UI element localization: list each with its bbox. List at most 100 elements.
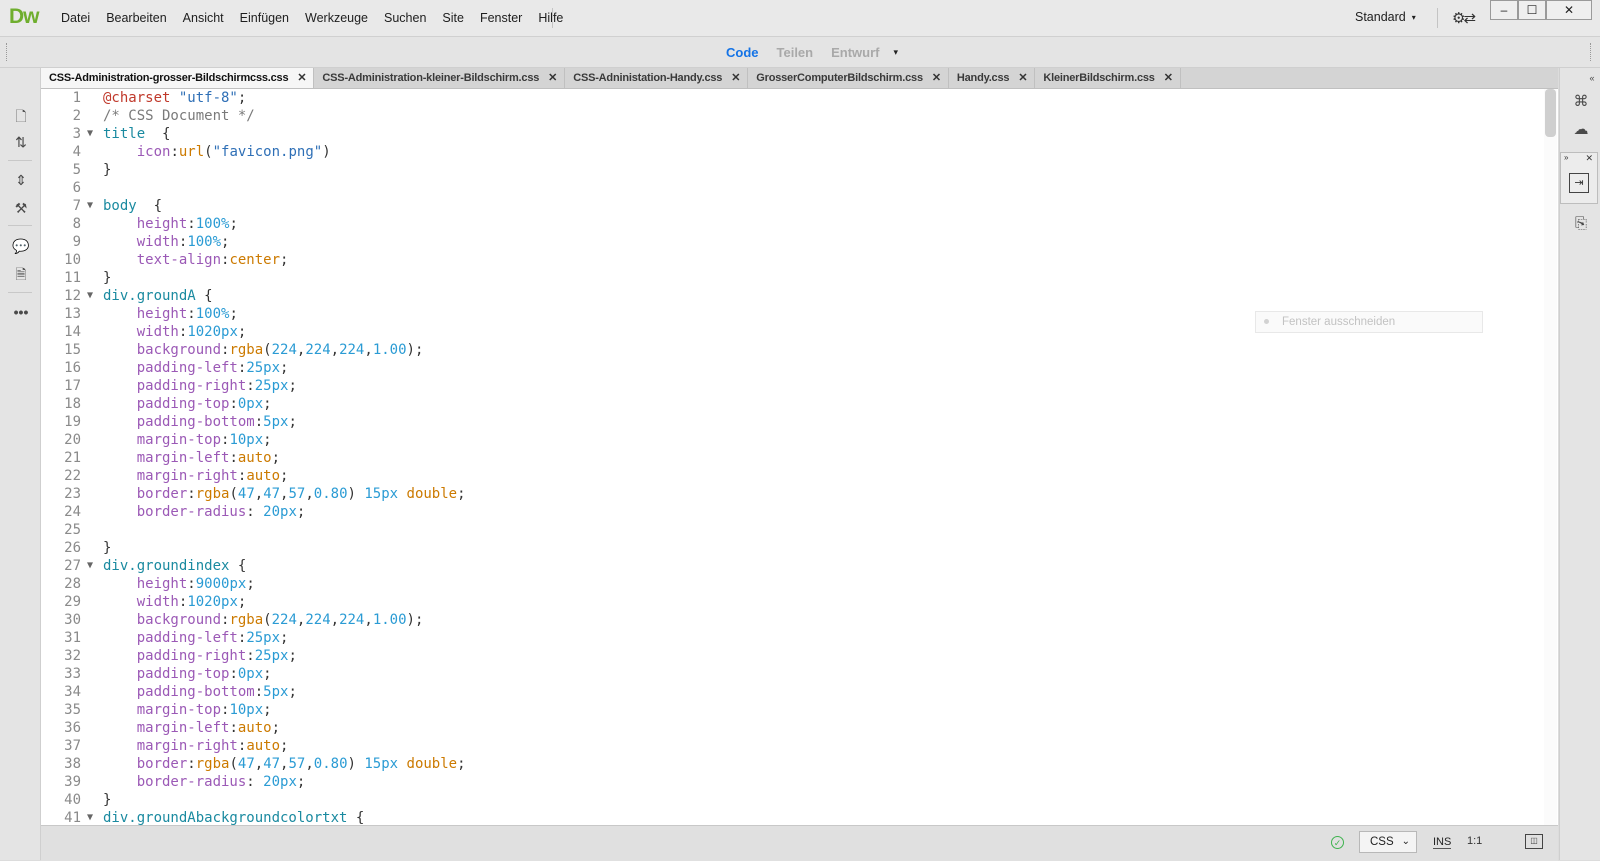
code-line[interactable]: 9 width:100%; bbox=[41, 233, 1541, 251]
snippets-panel-icon[interactable]: ⎘ bbox=[1571, 214, 1591, 234]
view-share-button[interactable]: Teilen bbox=[777, 45, 814, 60]
code-line[interactable]: 21 margin-left:auto; bbox=[41, 449, 1541, 467]
workspace-switcher[interactable]: Standard ▾ bbox=[1355, 0, 1416, 36]
minimize-button[interactable]: – bbox=[1490, 0, 1518, 20]
vertical-scrollbar[interactable] bbox=[1544, 89, 1557, 825]
file-management-icon[interactable]: ⇅ bbox=[11, 132, 31, 152]
menu-fenster[interactable]: Fenster bbox=[472, 0, 530, 36]
sync-settings-gear-icon[interactable]: ⚙⇄ bbox=[1452, 9, 1476, 27]
close-icon[interactable]: ✕ bbox=[1164, 72, 1173, 84]
expand-all-icon[interactable]: ⇕ bbox=[11, 170, 31, 190]
doc-tab-grosser-computer[interactable]: GrosserComputerBildschirm.css ✕ bbox=[748, 68, 949, 88]
code-line[interactable]: 23 border:rgba(47,47,57,0.80) 15px doubl… bbox=[41, 485, 1541, 503]
insert-panel-icon[interactable]: ⇥ bbox=[1569, 173, 1589, 193]
code-line[interactable]: 30 background:rgba(224,224,224,1.00); bbox=[41, 611, 1541, 629]
dom-panel-icon[interactable]: ⌘ bbox=[1571, 92, 1591, 112]
fold-toggle-icon[interactable]: ▼ bbox=[87, 197, 93, 215]
fold-toggle-icon[interactable]: ▼ bbox=[87, 287, 93, 305]
doc-tab-grosser-bildschirm[interactable]: CSS-Administration-grosser-Bildschirmcss… bbox=[41, 68, 315, 88]
fold-toggle-icon[interactable]: ▼ bbox=[87, 125, 93, 143]
view-code-button[interactable]: Code bbox=[726, 45, 759, 60]
fold-toggle-icon[interactable]: ▼ bbox=[87, 557, 93, 575]
code-line[interactable]: 39 border-radius: 20px; bbox=[41, 773, 1541, 791]
doc-tab-kleiner[interactable]: KleinerBildschirm.css ✕ bbox=[1035, 68, 1181, 88]
close-icon[interactable]: ✕ bbox=[1585, 153, 1593, 164]
code-line[interactable]: 35 margin-top:10px; bbox=[41, 701, 1541, 719]
code-line[interactable]: 8 height:100%; bbox=[41, 215, 1541, 233]
close-window-button[interactable]: ✕ bbox=[1546, 0, 1592, 20]
live-preview-icon[interactable]: ◫ bbox=[1525, 834, 1543, 849]
open-documents-icon[interactable]: 🗋 bbox=[11, 106, 31, 126]
menu-suchen[interactable]: Suchen bbox=[376, 0, 434, 36]
format-source-icon[interactable]: ⚒ bbox=[11, 198, 31, 218]
menu-werkzeuge[interactable]: Werkzeuge bbox=[297, 0, 376, 36]
code-line[interactable]: 36 margin-left:auto; bbox=[41, 719, 1541, 737]
close-icon[interactable]: ✕ bbox=[548, 72, 557, 84]
code-line[interactable]: 32 padding-right:25px; bbox=[41, 647, 1541, 665]
code-token: ; bbox=[263, 432, 272, 448]
doc-tab-handy[interactable]: Handy.css ✕ bbox=[949, 68, 1036, 88]
code-line[interactable]: 1 @charset "utf-8"; bbox=[41, 89, 1541, 107]
code-line[interactable]: 41 ▼ div.groundAbackgroundcolortxt { bbox=[41, 809, 1541, 825]
menu-ansicht[interactable]: Ansicht bbox=[175, 0, 232, 36]
scrollbar-thumb[interactable] bbox=[1545, 89, 1556, 137]
close-icon[interactable]: ✕ bbox=[932, 72, 941, 84]
insert-mode-toggle[interactable]: INS bbox=[1433, 836, 1452, 849]
cc-libraries-icon[interactable]: ☁ bbox=[1571, 120, 1591, 140]
code-line[interactable]: 25 bbox=[41, 521, 1541, 539]
code-line[interactable]: 4 icon:url("favicon.png") bbox=[41, 143, 1541, 161]
code-line[interactable]: 3 ▼ title { bbox=[41, 125, 1541, 143]
doc-tab-handy-admin[interactable]: CSS-Adninistation-Handy.css ✕ bbox=[565, 68, 749, 88]
menu-hilfe[interactable]: Hilfe bbox=[530, 0, 571, 36]
code-line[interactable]: 7 ▼ body { bbox=[41, 197, 1541, 215]
code-line[interactable]: 11} bbox=[41, 269, 1541, 287]
code-line[interactable]: 12 ▼ div.groundA { bbox=[41, 287, 1541, 305]
code-line[interactable]: 24 border-radius: 20px; bbox=[41, 503, 1541, 521]
expand-panel-icon[interactable]: » bbox=[1564, 153, 1568, 162]
check-ok-icon[interactable]: ✓ bbox=[1331, 836, 1344, 849]
code-line[interactable]: 26} bbox=[41, 539, 1541, 557]
view-design-button[interactable]: Entwurf bbox=[831, 45, 879, 60]
code-line[interactable]: 38 border:rgba(47,47,57,0.80) 15px doubl… bbox=[41, 755, 1541, 773]
code-editor[interactable]: 1 @charset "utf-8"; 2 /* CSS Document */ 3 ▼ t… bbox=[41, 89, 1558, 825]
menu-einfuegen[interactable]: Einfügen bbox=[232, 0, 297, 36]
code-line[interactable]: 34 padding-bottom:5px; bbox=[41, 683, 1541, 701]
code-line[interactable]: 37 margin-right:auto; bbox=[41, 737, 1541, 755]
document-type-select[interactable]: CSS ⌄ bbox=[1359, 831, 1417, 853]
chevron-down-icon[interactable]: ▾ bbox=[894, 47, 899, 58]
code-line[interactable]: 2 /* CSS Document */ bbox=[41, 107, 1541, 125]
maximize-button[interactable]: ☐ bbox=[1518, 0, 1546, 20]
code-line[interactable]: 15 background:rgba(224,224,224,1.00); bbox=[41, 341, 1541, 359]
doc-tab-kleiner-bildschirm[interactable]: CSS-Administration-kleiner-Bildschirm.cs… bbox=[314, 68, 566, 88]
code-line[interactable]: 40} bbox=[41, 791, 1541, 809]
code-line[interactable]: 31 padding-left:25px; bbox=[41, 629, 1541, 647]
code-line[interactable]: 29 width:1020px; bbox=[41, 593, 1541, 611]
code-line[interactable]: 22 margin-right:auto; bbox=[41, 467, 1541, 485]
collapse-panels-icon[interactable]: « bbox=[1582, 68, 1600, 88]
code-line[interactable]: 27 ▼ div.groundindex { bbox=[41, 557, 1541, 575]
remove-comment-icon[interactable]: 🗎 bbox=[11, 264, 31, 284]
code-token: : bbox=[187, 576, 196, 592]
apply-comment-icon[interactable]: 💬 bbox=[11, 236, 31, 256]
code-line[interactable]: 10 text-align:center; bbox=[41, 251, 1541, 269]
menu-datei[interactable]: Datei bbox=[53, 0, 98, 36]
code-line[interactable]: 6 bbox=[41, 179, 1541, 197]
close-icon[interactable]: ✕ bbox=[297, 72, 306, 84]
menu-site[interactable]: Site bbox=[434, 0, 472, 36]
close-icon[interactable]: ✕ bbox=[731, 72, 740, 84]
more-options-icon[interactable]: ••• bbox=[11, 302, 31, 322]
code-line[interactable]: 18 padding-top:0px; bbox=[41, 395, 1541, 413]
code-line[interactable]: 20 margin-top:10px; bbox=[41, 431, 1541, 449]
code-line[interactable]: 19 padding-bottom:5px; bbox=[41, 413, 1541, 431]
toolbar-grip[interactable] bbox=[1590, 43, 1593, 61]
code-line[interactable]: 17 padding-right:25px; bbox=[41, 377, 1541, 395]
code-line[interactable]: 28 height:9000px; bbox=[41, 575, 1541, 593]
toolbar-grip[interactable] bbox=[6, 43, 9, 61]
fold-toggle-icon[interactable]: ▼ bbox=[87, 809, 93, 825]
close-icon[interactable]: ✕ bbox=[1018, 72, 1027, 84]
code-line[interactable]: 5} bbox=[41, 161, 1541, 179]
menu-bearbeiten[interactable]: Bearbeiten bbox=[98, 0, 174, 36]
code-line[interactable]: 33 padding-top:0px; bbox=[41, 665, 1541, 683]
code-line[interactable]: 16 padding-left:25px; bbox=[41, 359, 1541, 377]
